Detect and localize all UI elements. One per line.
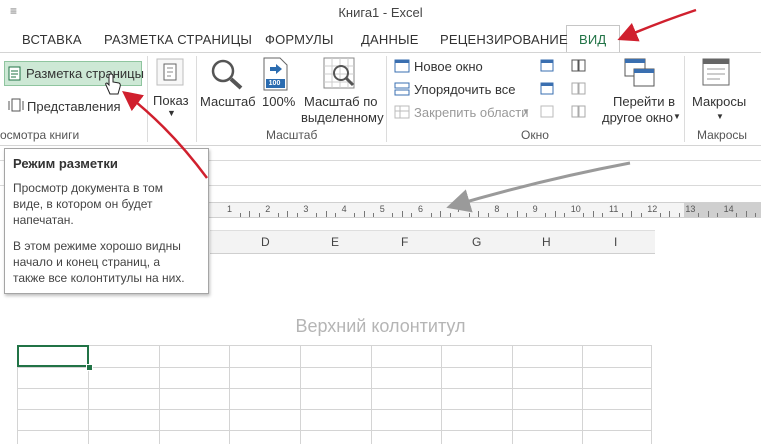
arrow-to-page-layout: [122, 90, 209, 179]
arrow-to-ruler: [446, 161, 631, 213]
annotation-arrows: [122, 8, 697, 213]
arrow-to-view-tab: [617, 8, 697, 42]
